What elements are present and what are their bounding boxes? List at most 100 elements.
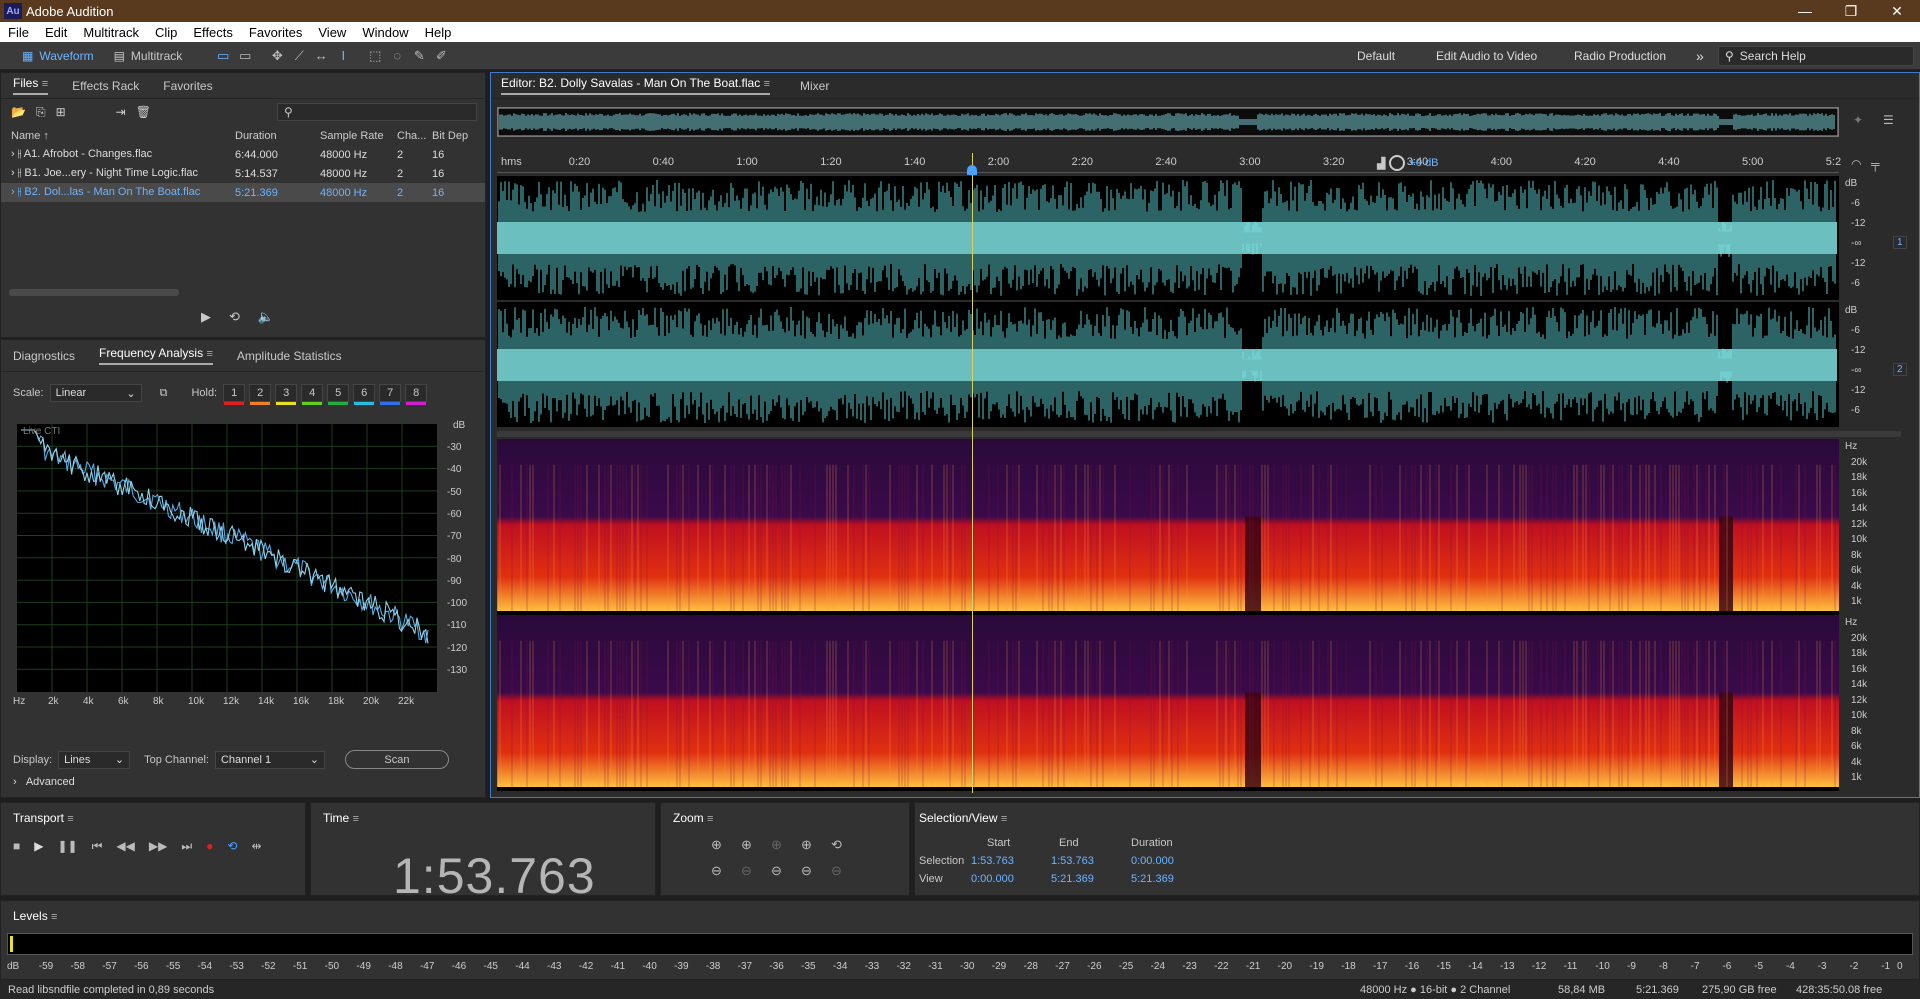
brush-tool-icon[interactable]: ✎ — [408, 46, 430, 66]
panel-options-icon[interactable]: ☰ — [1883, 113, 1894, 127]
zoom-in-amplitude-icon[interactable]: ⊕ — [711, 837, 741, 853]
table-row[interactable]: › ⫲ B2. Dol...las - Man On The Boat.flac… — [1, 183, 485, 202]
col-duration[interactable]: Duration — [235, 127, 320, 145]
spectral-display[interactable] — [496, 439, 1839, 791]
hold-button-2[interactable]: 2 — [249, 384, 272, 405]
zoom-to-selection-icon[interactable]: ⊖ — [831, 863, 861, 879]
horizontal-scrollbar[interactable] — [9, 289, 179, 296]
search-help-input[interactable]: ⚲ Search Help — [1718, 46, 1914, 66]
gain-knob-icon[interactable] — [1389, 155, 1406, 171]
loop-icon[interactable]: ⟲ — [229, 309, 240, 325]
new-file-icon[interactable]: ⊞ — [56, 105, 66, 119]
selection-duration[interactable]: 0:00.000 — [1115, 855, 1187, 867]
multitrack-button[interactable]: ▤ Multitrack — [104, 45, 193, 67]
marquee-tool-icon[interactable]: ⬚ — [364, 46, 386, 66]
zoom-out-time-icon[interactable]: ⊖ — [741, 863, 771, 879]
play-icon[interactable]: ▶ — [34, 839, 43, 854]
hold-button-5[interactable]: 5 — [327, 384, 350, 405]
zoom-out-amplitude-icon[interactable]: ⊖ — [711, 863, 741, 879]
top-channel-dropdown[interactable]: Channel 1 ⌄ — [214, 750, 325, 769]
selection-end[interactable]: 1:53.763 — [1043, 855, 1115, 867]
overview-navigator[interactable] — [497, 107, 1839, 137]
zoom-out-full-icon[interactable]: ⊖ — [801, 863, 831, 879]
more-workspaces-icon[interactable]: » — [1696, 42, 1704, 70]
view-end[interactable]: 5:21.369 — [1043, 873, 1115, 885]
move-to-start-icon[interactable]: ⏮ — [92, 839, 103, 854]
loop-playback-icon[interactable]: ⟲ — [227, 839, 237, 854]
menu-clip[interactable]: Clip — [147, 25, 185, 40]
advanced-icon[interactable]: ⧉ — [160, 387, 168, 400]
insert-into-multitrack-icon[interactable]: ⇥ — [116, 105, 126, 119]
zoom-to-fit-icon[interactable]: ✦ — [1853, 113, 1863, 127]
view-start[interactable]: 0:00.000 — [971, 873, 1043, 885]
col-bit-depth[interactable]: Bit Dep — [432, 127, 485, 145]
table-row[interactable]: › ⫲ B1. Joe...ery - Night Time Logic.fla… — [1, 164, 485, 183]
menu-multitrack[interactable]: Multitrack — [75, 25, 147, 40]
tab-amplitude-statistics[interactable]: Amplitude Statistics — [237, 349, 342, 363]
move-tool-icon[interactable]: ✥ — [266, 46, 288, 66]
restore-icon[interactable]: ❐ — [1828, 0, 1874, 22]
hold-button-8[interactable]: 8 — [405, 384, 428, 405]
zoom-selection-icon[interactable]: ⊖ — [771, 863, 801, 879]
snap-icon[interactable]: ◠ — [1851, 157, 1861, 171]
zoom-in-time-icon[interactable]: ⊕ — [741, 837, 771, 853]
hold-button-3[interactable]: 3 — [275, 384, 298, 405]
import-file-icon[interactable]: ⎘ — [36, 105, 46, 120]
playhead-handle[interactable] — [967, 165, 978, 175]
zoom-in-point-icon[interactable]: ⊕ — [771, 837, 801, 853]
waveform-button[interactable]: ▦ Waveform — [12, 45, 104, 67]
stop-icon[interactable]: ■ — [13, 839, 20, 854]
menu-help[interactable]: Help — [417, 25, 460, 40]
time-ruler[interactable]: hms 0:20 0:40 1:00 1:20 1:40 2:00 2:20 2:40 3:00 3… — [497, 153, 1841, 173]
scan-button[interactable]: Scan — [344, 750, 449, 769]
spectral-pitch-icon[interactable]: ▭ — [234, 46, 256, 66]
selection-start[interactable]: 1:53.763 — [971, 855, 1043, 867]
play-icon[interactable]: ▶ — [201, 309, 211, 325]
spot-healing-icon[interactable]: ✐ — [430, 46, 452, 66]
menu-window[interactable]: Window — [354, 25, 416, 40]
menu-favorites[interactable]: Favorites — [241, 25, 310, 40]
tab-diagnostics[interactable]: Diagnostics — [13, 349, 75, 363]
marker-icon[interactable]: ╤ — [1871, 157, 1880, 171]
workspace-radio-production[interactable]: Radio Production — [1574, 42, 1666, 70]
channel-1-badge[interactable]: 1 — [1893, 236, 1907, 249]
rewind-icon[interactable]: ◀◀ — [116, 839, 134, 854]
menu-effects[interactable]: Effects — [185, 25, 241, 40]
open-file-icon[interactable]: 📂 — [11, 105, 26, 119]
hold-button-1[interactable]: 1 — [223, 384, 246, 405]
table-row[interactable]: › ⫲ A1. Afrobot - Changes.flac 6:44.000 4… — [1, 145, 485, 164]
spectral-display-icon[interactable]: ▭ — [212, 46, 234, 66]
zoom-in-out-icon[interactable]: ⊕ — [801, 837, 831, 853]
tab-mixer[interactable]: Mixer — [800, 79, 829, 93]
col-sample-rate[interactable]: Sample Rate — [320, 127, 397, 145]
fast-forward-icon[interactable]: ▶▶ — [149, 839, 167, 854]
tab-frequency-analysis[interactable]: Frequency Analysis ≡ — [99, 346, 213, 365]
tab-effects-rack[interactable]: Effects Rack — [72, 79, 139, 93]
hold-button-4[interactable]: 4 — [301, 384, 324, 405]
waveform-display[interactable] — [497, 176, 1839, 429]
view-duration[interactable]: 5:21.369 — [1115, 873, 1187, 885]
close-icon[interactable]: ✕ — [1874, 0, 1920, 22]
menu-file[interactable]: File — [0, 25, 37, 40]
col-name[interactable]: Name ↑ — [1, 127, 235, 145]
scale-dropdown[interactable]: Linear ⌄ — [49, 384, 142, 402]
record-icon[interactable]: ● — [206, 839, 213, 854]
display-dropdown[interactable]: Lines ⌄ — [58, 750, 131, 769]
menu-edit[interactable]: Edit — [37, 25, 75, 40]
hold-button-6[interactable]: 6 — [353, 384, 376, 405]
tab-favorites[interactable]: Favorites — [163, 79, 212, 93]
pause-icon[interactable]: ❚❚ — [57, 839, 77, 854]
workspace-edit-audio-video[interactable]: Edit Audio to Video — [1436, 42, 1537, 70]
time-display[interactable]: 1:53.763 — [393, 847, 596, 905]
col-channels[interactable]: Cha... — [397, 127, 432, 145]
zoom-reset-icon[interactable]: ⟲ — [831, 837, 861, 853]
menu-view[interactable]: View — [310, 25, 354, 40]
move-to-end-icon[interactable]: ⏭ — [181, 839, 192, 854]
skip-selection-icon[interactable]: ⇹ — [251, 839, 261, 854]
autoplay-icon[interactable]: 🔈 — [258, 309, 274, 325]
workspace-default[interactable]: Default — [1357, 42, 1395, 70]
minimize-icon[interactable]: — — [1782, 0, 1828, 22]
time-selection-tool-icon[interactable]: I — [332, 46, 354, 66]
playhead[interactable] — [972, 153, 974, 793]
razor-tool-icon[interactable]: ⟋ — [288, 46, 310, 66]
